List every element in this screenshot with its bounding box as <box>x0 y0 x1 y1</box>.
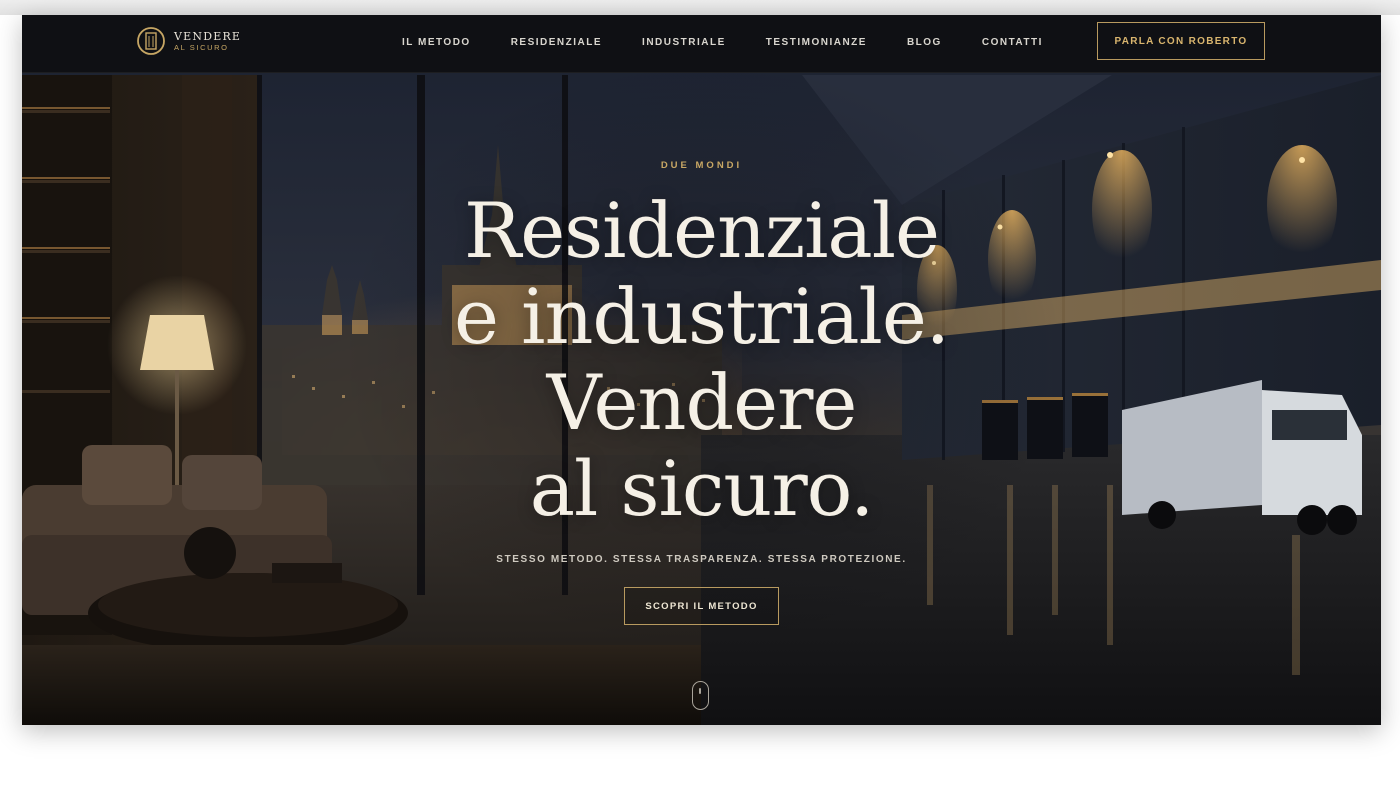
nav-item-industriale[interactable]: INDUSTRIALE <box>642 37 726 48</box>
nav-item-residenziale[interactable]: RESIDENZIALE <box>511 37 602 48</box>
talk-to-roberto-button[interactable]: PARLA CON ROBERTO <box>1097 22 1265 60</box>
hero-headline: Residenziale e industriale. Vendere al s… <box>22 188 1381 532</box>
brand-logo[interactable]: VENDERE AL SICURO <box>136 25 241 57</box>
scroll-wheel-dot <box>699 688 701 694</box>
nav-item-contatti[interactable]: CONTATTI <box>982 37 1043 48</box>
headline-line: Vendere <box>546 358 858 447</box>
building-in-circle-logo-icon <box>137 27 165 55</box>
main-nav: IL METODO RESIDENZIALE INDUSTRIALE TESTI… <box>402 15 1043 67</box>
headline-line: e industriale. <box>454 272 950 361</box>
brand-name-line1: VENDERE <box>174 29 242 43</box>
page-top-edge <box>0 0 1400 15</box>
discover-method-button[interactable]: SCOPRI IL METODO <box>624 587 779 625</box>
brand-name-line2: AL SICURO <box>174 42 229 52</box>
top-navbar: VENDERE AL SICURO IL METODO RESIDENZIALE… <box>22 15 1381 73</box>
nav-item-il-metodo[interactable]: IL METODO <box>402 37 471 48</box>
mouse-scroll-icon[interactable] <box>692 681 709 710</box>
hero-section: VENDERE AL SICURO IL METODO RESIDENZIALE… <box>22 15 1381 725</box>
hero-subline: STESSO METODO. STESSA TRASPARENZA. STESS… <box>496 554 907 565</box>
headline-line: al sicuro. <box>529 444 875 533</box>
hero-eyebrow: DUE MONDI <box>660 160 743 171</box>
headline-line: Residenziale <box>463 186 940 275</box>
brand-name: VENDERE AL SICURO <box>174 31 241 52</box>
nav-item-blog[interactable]: BLOG <box>907 37 942 48</box>
nav-item-testimonianze[interactable]: TESTIMONIANZE <box>766 37 867 48</box>
